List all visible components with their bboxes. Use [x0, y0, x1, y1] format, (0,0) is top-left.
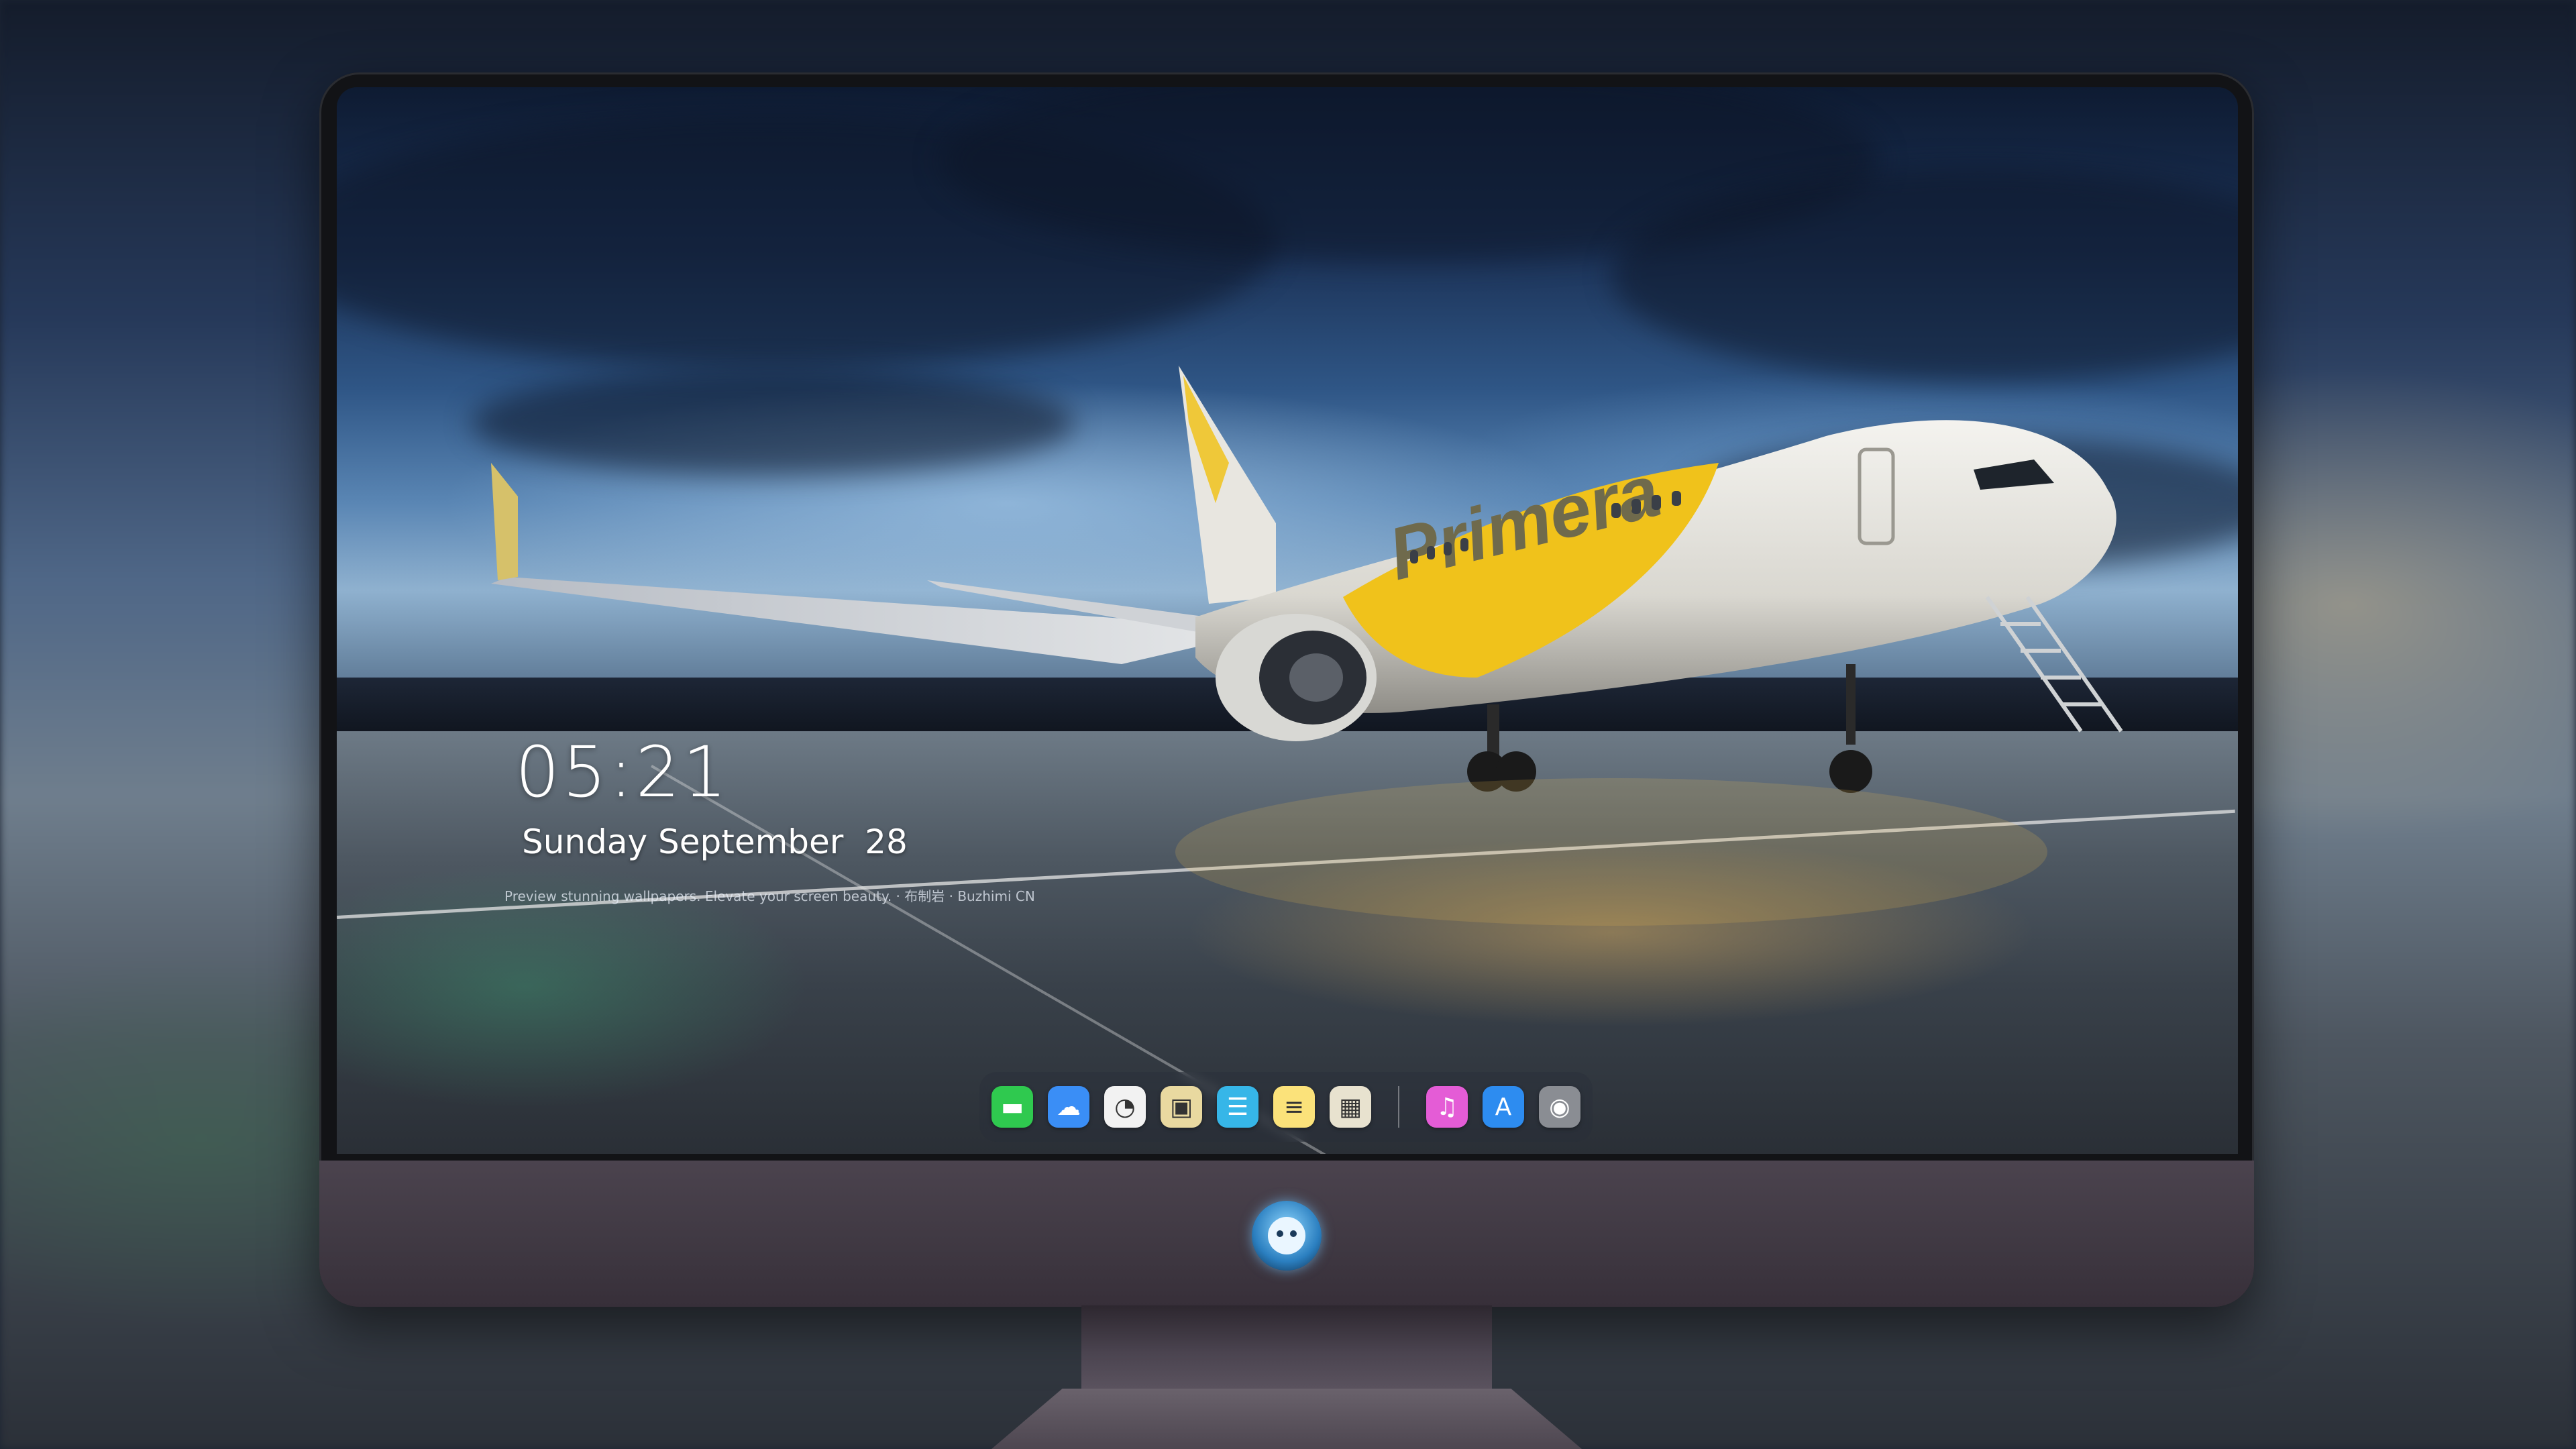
wallpaper-airplane: Primera: [491, 366, 2123, 926]
wallpaper-tagline: Preview stunning wallpapers. Elevate you…: [504, 888, 1035, 904]
weather-icon[interactable]: ☁: [1048, 1086, 1089, 1128]
app-store-icon[interactable]: A: [1483, 1086, 1524, 1128]
desktop-screen: Primera 05:21 Sunday September 28 Previe…: [337, 87, 2238, 1154]
dock-separator: [1398, 1086, 1399, 1128]
camera-icon[interactable]: ◉: [1539, 1086, 1580, 1128]
music-icon[interactable]: ♫: [1426, 1086, 1468, 1128]
clips-icon[interactable]: ☰: [1217, 1086, 1258, 1128]
messages-icon[interactable]: ▬: [991, 1086, 1033, 1128]
lock-screen-date: Sunday September 28: [522, 822, 908, 861]
lock-screen-time: 05:21: [515, 731, 730, 813]
preview-icon[interactable]: ▣: [1161, 1086, 1202, 1128]
monitor-stand-foot: [991, 1389, 1582, 1449]
monitor-stand-neck: [1081, 1305, 1492, 1393]
dock: ▬ ☁ ◔ ▣ ☰ ≡ ▦ ♫ A ◉: [979, 1072, 1593, 1142]
clock-icon[interactable]: ◔: [1104, 1086, 1146, 1128]
notes-icon[interactable]: ≡: [1273, 1086, 1315, 1128]
brand-logo-icon: [1252, 1201, 1322, 1271]
photo-booth-icon[interactable]: ▦: [1330, 1086, 1371, 1128]
